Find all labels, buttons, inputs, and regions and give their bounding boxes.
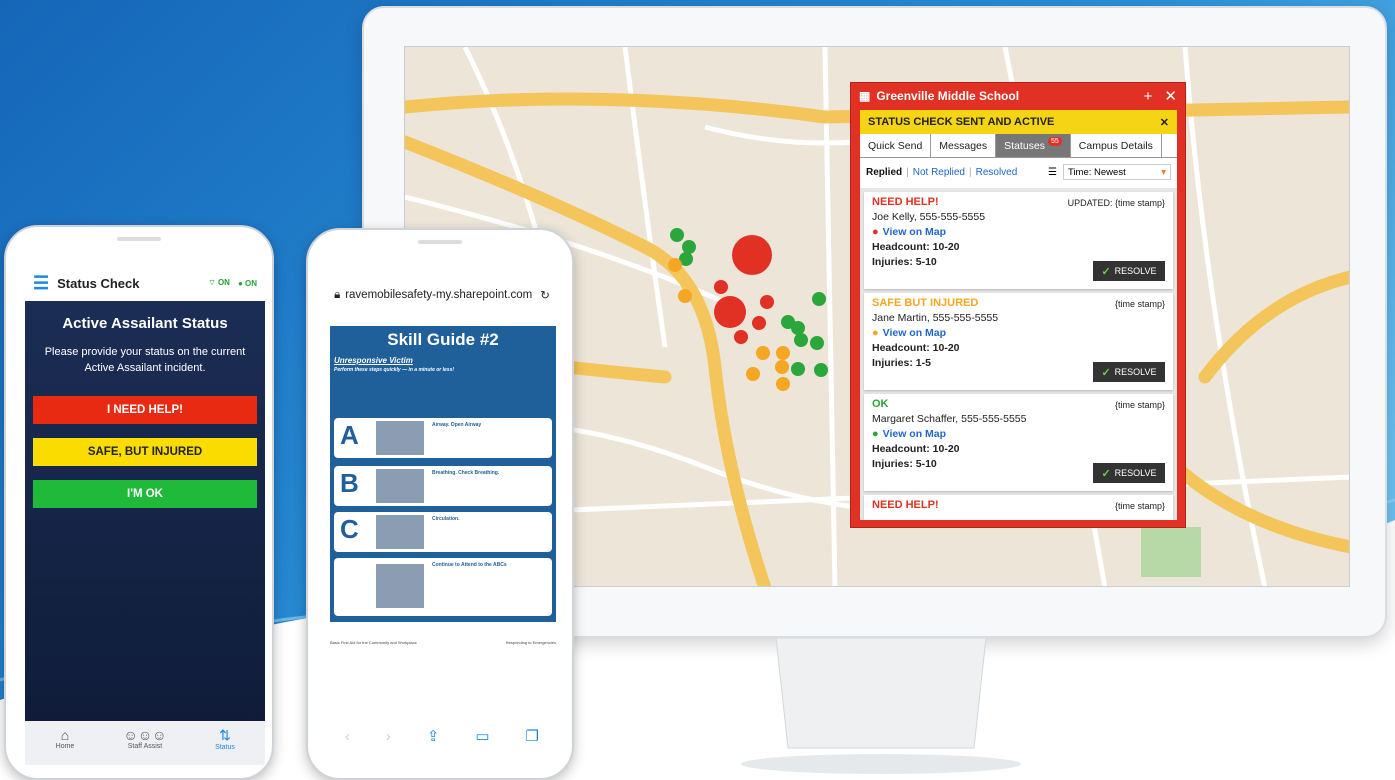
status-card: SAFE BUT INJURED {time stamp} Jane Marti… xyxy=(864,293,1173,390)
monitor-stand xyxy=(741,638,1021,774)
view-on-map-link[interactable]: ● View on Map xyxy=(872,226,1165,238)
app-header: ☰ Status Check ⌔ ON ● ON xyxy=(25,265,265,301)
step-image xyxy=(376,421,424,455)
status-filters: Replied | Not Replied | Resolved ☰ Time:… xyxy=(860,158,1177,186)
status-card: OK {time stamp} Margaret Schaffer, 555-5… xyxy=(864,394,1173,491)
step-row: Continue to Attend to the ABCs xyxy=(334,558,552,616)
view-on-map-link[interactable]: ● View on Map xyxy=(872,327,1165,339)
wifi-status: ⌔ ON xyxy=(208,278,230,287)
status-icon: ⇅ xyxy=(219,727,231,743)
phone-status-app: ☰ Status Check ⌔ ON ● ON Active Assailan… xyxy=(4,225,274,780)
step-row: B Breathing. Check Breathing. xyxy=(334,466,552,506)
sort-select[interactable]: Time: Newest ▾ xyxy=(1063,164,1171,180)
skill-guide-document: Skill Guide #2 Unresponsive Victim Perfo… xyxy=(330,326,556,622)
nav-home[interactable]: ⌂ Home xyxy=(25,721,105,765)
step-image xyxy=(376,469,424,503)
need-help-button[interactable]: I NEED HELP! xyxy=(33,396,257,424)
card-timestamp: UPDATED: {time stamp} xyxy=(1067,198,1165,208)
phone-speaker xyxy=(117,237,161,241)
resolve-button[interactable]: ✓ RESOLVE xyxy=(1093,261,1165,281)
menu-icon[interactable]: ☰ xyxy=(33,273,49,294)
map-pin-icon: ● xyxy=(872,226,879,238)
panel-header: ▦ Greenville Middle School + ✕ xyxy=(851,83,1185,109)
back-icon[interactable]: ‹ xyxy=(345,728,350,745)
step-row: A Airway. Open Airway xyxy=(334,418,552,458)
address-bar[interactable]: 🔒︎ ravemobilesafety-my.sharepoint.com ↻ xyxy=(327,282,557,308)
card-timestamp: {time stamp} xyxy=(1114,299,1165,309)
step-row: C Circulation. xyxy=(334,512,552,552)
phone-speaker xyxy=(418,240,462,244)
app-title: Status Check xyxy=(57,275,140,291)
check-icon: ✓ xyxy=(1101,366,1111,379)
card-headcount: Headcount: 10-20 xyxy=(872,241,960,253)
check-icon: ✓ xyxy=(1101,265,1111,278)
filter-replied[interactable]: Replied xyxy=(866,167,902,178)
card-timestamp: {time stamp} xyxy=(1114,400,1165,410)
im-ok-button[interactable]: I'M OK xyxy=(33,480,257,508)
filter-not-replied[interactable]: Not Replied xyxy=(913,167,965,178)
status-card: NEED HELP! {time stamp} xyxy=(864,495,1173,520)
card-contact: Joe Kelly, 555-555-5555 xyxy=(872,211,986,223)
map-pin-icon: ● xyxy=(872,428,879,440)
card-headcount: Headcount: 10-20 xyxy=(872,443,960,455)
resolve-button[interactable]: ✓ RESOLVE xyxy=(1093,463,1165,483)
map-pin-icon: ● xyxy=(872,327,879,339)
status-list: NEED HELP! UPDATED: {time stamp} Joe Kel… xyxy=(860,188,1177,520)
tabs-icon[interactable]: ❐ xyxy=(526,727,539,745)
bookmarks-icon[interactable]: ▭ xyxy=(475,727,489,745)
resolve-button[interactable]: ✓ RESOLVE xyxy=(1093,362,1165,382)
staff-icon: ☺☺☺ xyxy=(123,727,167,743)
card-contact: Margaret Schaffer, 555-555-5555 xyxy=(872,413,1027,425)
card-headcount: Headcount: 10-20 xyxy=(872,342,960,354)
browser-toolbar: ‹ › ⇪ ▭ ❐ xyxy=(327,718,557,754)
status-banner: STATUS CHECK SENT AND ACTIVE ✕ xyxy=(860,110,1177,134)
forward-icon[interactable]: › xyxy=(386,728,391,745)
lock-icon: 🔒︎ xyxy=(334,288,341,301)
status-app-screen: ☰ Status Check ⌔ ON ● ON Active Assailan… xyxy=(25,265,265,765)
banner-text: STATUS CHECK SENT AND ACTIVE xyxy=(868,116,1055,128)
doc-subtitle: Unresponsive Victim xyxy=(334,356,413,365)
alert-description: Please provide your status on the curren… xyxy=(44,346,246,374)
bottom-nav: ⌂ Home ☺☺☺ Staff Assist ⇅ Status xyxy=(25,721,265,765)
view-on-map-link[interactable]: ● View on Map xyxy=(872,428,1165,440)
alert-heading: Active Assailant Status xyxy=(62,315,228,332)
home-icon: ⌂ xyxy=(60,727,70,743)
close-icon[interactable]: ✕ xyxy=(1164,87,1177,105)
nav-status[interactable]: ⇅ Status xyxy=(185,721,265,765)
share-icon[interactable]: ⇪ xyxy=(427,727,440,745)
tab-messages[interactable]: Messages xyxy=(931,134,997,157)
nav-staff-assist[interactable]: ☺☺☺ Staff Assist xyxy=(105,721,185,765)
step-image xyxy=(376,515,424,549)
phone-browser: 🔒︎ ravemobilesafety-my.sharepoint.com ↻ … xyxy=(306,228,574,780)
statuses-count-badge: 55 xyxy=(1048,137,1062,146)
chevron-down-icon: ▾ xyxy=(1161,166,1166,178)
url-text: ravemobilesafety-my.sharepoint.com xyxy=(345,289,533,301)
doc-footer: Basic First Aid for the Community and Wo… xyxy=(330,640,556,645)
school-name: Greenville Middle School xyxy=(876,89,1020,103)
check-icon: ✓ xyxy=(1101,467,1111,480)
sort-icon[interactable]: ☰ xyxy=(1048,167,1057,178)
status-card: NEED HELP! UPDATED: {time stamp} Joe Kel… xyxy=(864,192,1173,289)
tab-campus-details[interactable]: Campus Details xyxy=(1071,134,1162,157)
banner-close-icon[interactable]: ✕ xyxy=(1160,116,1169,129)
status-panel: ▦ Greenville Middle School + ✕ STATUS CH… xyxy=(850,82,1186,528)
safe-injured-button[interactable]: SAFE, BUT INJURED xyxy=(33,438,257,466)
gps-status: ● ON xyxy=(237,278,257,288)
add-icon[interactable]: + xyxy=(1144,88,1153,105)
school-icon: ▦ xyxy=(859,89,871,103)
card-timestamp: {time stamp} xyxy=(1114,501,1165,511)
step-image xyxy=(376,564,424,608)
doc-tagline: Perform these steps quickly — in a minut… xyxy=(334,367,455,373)
reload-icon[interactable]: ↻ xyxy=(540,288,550,302)
doc-title: Skill Guide #2 xyxy=(387,330,499,349)
tab-statuses[interactable]: Statuses 55 xyxy=(996,134,1071,157)
filter-resolved[interactable]: Resolved xyxy=(976,167,1018,178)
panel-tabs: Quick Send Messages Statuses 55 Campus De… xyxy=(860,134,1177,158)
tab-quick-send[interactable]: Quick Send xyxy=(860,134,932,157)
card-contact: Jane Martin, 555-555-5555 xyxy=(872,312,999,324)
